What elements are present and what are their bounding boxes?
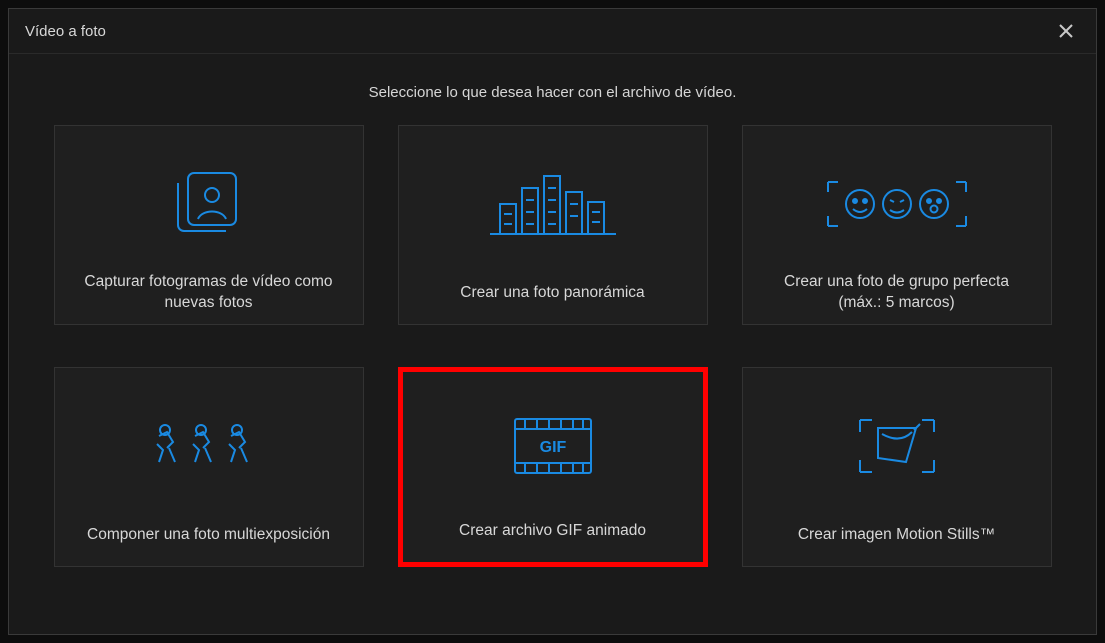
option-label: Componer una foto multiexposición xyxy=(87,514,330,556)
multi-exposure-icon xyxy=(149,378,269,514)
gif-icon: GIF xyxy=(511,382,595,510)
option-label: Crear imagen Motion Stills™ xyxy=(798,514,995,556)
titlebar: Vídeo a foto xyxy=(9,9,1096,54)
option-label: Crear una foto de grupo perfecta (máx.: … xyxy=(761,272,1033,314)
panorama-icon xyxy=(488,136,618,272)
motion-stills-icon xyxy=(854,378,940,514)
dialog-subtitle: Seleccione lo que desea hacer con el arc… xyxy=(9,84,1096,101)
option-label: Crear archivo GIF animado xyxy=(459,510,646,552)
dialog-title: Vídeo a foto xyxy=(25,23,106,40)
option-animated-gif[interactable]: GIF Crear archivo GIF animado xyxy=(398,367,708,567)
option-group-photo[interactable]: Crear una foto de grupo perfecta (máx.: … xyxy=(742,125,1052,325)
group-photo-icon xyxy=(822,136,972,272)
video-to-photo-dialog: Vídeo a foto Seleccione lo que desea hac… xyxy=(8,8,1097,635)
option-panorama[interactable]: Crear una foto panorámica xyxy=(398,125,708,325)
close-icon[interactable] xyxy=(1052,17,1080,45)
option-multi-exposure[interactable]: Componer una foto multiexposición xyxy=(54,367,364,567)
option-label: Crear una foto panorámica xyxy=(460,272,644,314)
capture-frames-icon xyxy=(170,136,248,272)
svg-text:GIF: GIF xyxy=(539,439,566,456)
option-label: Capturar fotogramas de vídeo como nuevas… xyxy=(73,272,345,314)
options-grid: Capturar fotogramas de vídeo como nuevas… xyxy=(9,125,1096,567)
option-capture-frames[interactable]: Capturar fotogramas de vídeo como nuevas… xyxy=(54,125,364,325)
option-motion-stills[interactable]: Crear imagen Motion Stills™ xyxy=(742,367,1052,567)
